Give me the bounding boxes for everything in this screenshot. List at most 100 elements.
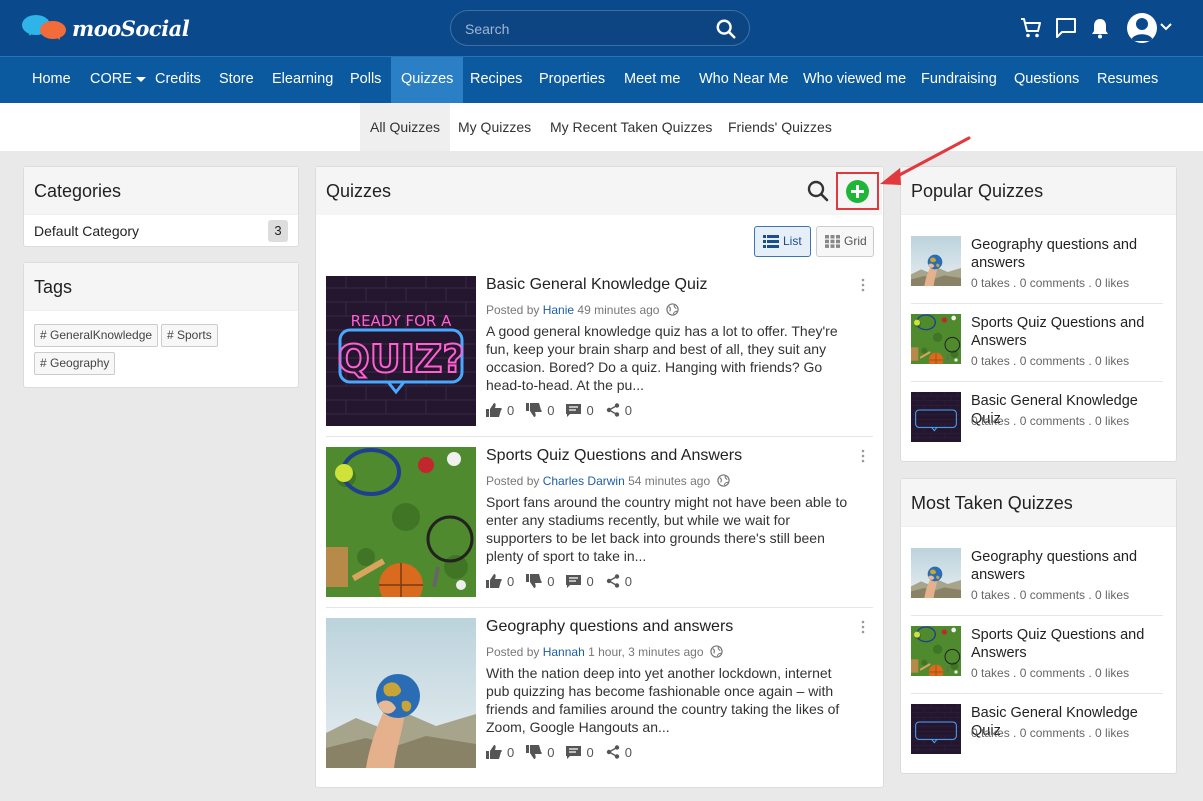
share-button[interactable]: 0: [606, 745, 632, 760]
nav-item-quizzes[interactable]: Quizzes: [391, 57, 464, 103]
dislike-button[interactable]: 0: [526, 745, 554, 760]
thumbs-up-icon: [486, 403, 502, 417]
nav-item-store[interactable]: Store: [209, 57, 264, 103]
side-quiz-title[interactable]: Geography questions and answers: [971, 236, 1166, 272]
side-quiz-title[interactable]: Geography questions and answers: [971, 548, 1166, 584]
nav-item-home[interactable]: Home: [22, 57, 81, 103]
search-icon[interactable]: [715, 18, 737, 40]
comment-button[interactable]: 0: [566, 574, 594, 589]
author-link[interactable]: Hannah: [543, 645, 585, 659]
side-quiz-title[interactable]: Sports Quiz Questions and Answers: [971, 626, 1166, 662]
quiz-description: Sport fans around the country might not …: [486, 494, 848, 564]
quiz-item: Sports Quiz Questions and Answers Posted…: [326, 447, 873, 599]
like-button[interactable]: 0: [486, 574, 514, 589]
nav-item-who-near-me[interactable]: Who Near Me: [689, 57, 798, 103]
popular-quiz-item[interactable]: Geography questions and answers 0 takes …: [911, 236, 1163, 302]
more-options-icon[interactable]: [859, 449, 867, 463]
search-icon[interactable]: [806, 179, 830, 203]
nav-item-elearning[interactable]: Elearning: [262, 57, 343, 103]
nav-item-meet-me[interactable]: Meet me: [614, 57, 690, 103]
nav-item-questions[interactable]: Questions: [1004, 57, 1089, 103]
like-count: 0: [507, 402, 515, 418]
nav-item-properties[interactable]: Properties: [529, 57, 615, 103]
side-quiz-stats: 0 takes . 0 comments . 0 likes: [971, 354, 1130, 368]
side-quiz-title[interactable]: Sports Quiz Questions and Answers: [971, 314, 1166, 350]
grid-view-button[interactable]: Grid: [816, 226, 874, 257]
like-button[interactable]: 0: [486, 403, 514, 418]
list-view-button[interactable]: List: [754, 226, 811, 257]
share-count: 0: [624, 573, 632, 589]
notification-bell-icon[interactable]: [1088, 16, 1112, 40]
nav-item-credits[interactable]: Credits: [145, 57, 211, 103]
nav-item-core-label: CORE: [90, 71, 132, 87]
cart-icon[interactable]: [1019, 16, 1043, 40]
most-taken-quizzes-title: Most Taken Quizzes: [901, 479, 1176, 527]
dislike-button[interactable]: 0: [526, 574, 554, 589]
quiz-thumbnail[interactable]: [326, 447, 476, 597]
quiz-title[interactable]: Geography questions and answers: [486, 618, 733, 636]
quiz-thumbnail: [911, 314, 961, 364]
quiz-thumbnail: [911, 704, 961, 754]
share-button[interactable]: 0: [606, 403, 632, 418]
quiz-item: READY FOR A QUIZ? Basic General Knowledg…: [326, 276, 873, 428]
messages-icon[interactable]: [1054, 16, 1078, 40]
popular-quiz-item[interactable]: Sports Quiz Questions and Answers 0 take…: [911, 314, 1163, 380]
share-button[interactable]: 0: [606, 574, 632, 589]
nav-item-fundraising[interactable]: Fundraising: [911, 57, 1007, 103]
most-taken-quiz-item[interactable]: Basic General Knowledge Quiz 0 takes . 0…: [911, 704, 1163, 770]
share-count: 0: [624, 744, 632, 760]
nav-item-resumes[interactable]: Resumes: [1087, 57, 1168, 103]
thumb-caption-2: QUIZ?: [338, 337, 465, 381]
comment-button[interactable]: 0: [566, 403, 594, 418]
author-link[interactable]: Charles Darwin: [543, 474, 625, 488]
tag-general-knowledge[interactable]: # GeneralKnowledge: [34, 324, 159, 347]
quiz-description: With the nation deep into yet another lo…: [486, 665, 840, 735]
dislike-button[interactable]: 0: [526, 403, 554, 418]
comment-icon: [566, 745, 582, 759]
like-button[interactable]: 0: [486, 745, 514, 760]
quiz-thumbnail[interactable]: READY FOR A QUIZ?: [326, 276, 476, 426]
comment-count: 0: [586, 744, 594, 760]
comment-button[interactable]: 0: [566, 744, 594, 760]
tab-all-quizzes[interactable]: All Quizzes: [360, 103, 451, 151]
side-quiz-stats: 0 takes . 0 comments . 0 likes: [971, 666, 1130, 680]
quizzes-header: Quizzes: [316, 167, 882, 215]
thumbs-down-icon: [526, 574, 542, 588]
add-quiz-button[interactable]: [846, 180, 869, 203]
nav-item-who-viewed-me[interactable]: Who viewed me: [793, 57, 916, 103]
chevron-down-icon[interactable]: [1160, 22, 1172, 32]
quiz-thumbnail: [911, 236, 961, 286]
most-taken-quiz-item[interactable]: Sports Quiz Questions and Answers 0 take…: [911, 626, 1163, 692]
tag-sports[interactable]: # Sports: [161, 324, 218, 347]
most-taken-quiz-item[interactable]: Geography questions and answers 0 takes …: [911, 548, 1163, 614]
user-avatar[interactable]: [1127, 13, 1157, 43]
tab-friends-quizzes[interactable]: Friends' Quizzes: [718, 103, 842, 151]
tab-my-recent-taken-quizzes[interactable]: My Recent Taken Quizzes: [540, 103, 722, 151]
nav-item-polls[interactable]: Polls: [340, 57, 391, 103]
globe-icon: [716, 474, 730, 487]
category-item[interactable]: Default Category 3: [34, 219, 288, 243]
quiz-actions: 0 0 0 0: [486, 744, 644, 760]
list-view-label: List: [783, 234, 802, 248]
post-time: 1 hour, 3 minutes ago: [588, 645, 704, 659]
share-icon: [606, 574, 619, 588]
quiz-title[interactable]: Sports Quiz Questions and Answers: [486, 447, 742, 465]
tags-box: Tags # GeneralKnowledge # Sports # Geogr…: [23, 262, 299, 388]
nav-item-recipes[interactable]: Recipes: [460, 57, 532, 103]
quiz-description: A good general knowledge quiz has a lot …: [486, 323, 838, 393]
quiz-title[interactable]: Basic General Knowledge Quiz: [486, 276, 707, 294]
more-options-icon[interactable]: [859, 620, 867, 634]
tab-my-quizzes[interactable]: My Quizzes: [448, 103, 541, 151]
top-header: mooSocial: [0, 0, 1203, 56]
author-link[interactable]: Hanie: [543, 303, 574, 317]
like-count: 0: [507, 744, 515, 760]
posted-by-label: Posted by: [486, 645, 540, 659]
category-count-badge: 3: [268, 220, 288, 242]
popular-quiz-item[interactable]: Basic General Knowledge Quiz 0 takes . 0…: [911, 392, 1163, 458]
quiz-thumbnail[interactable]: [326, 618, 476, 768]
search-input[interactable]: [465, 19, 705, 39]
more-options-icon[interactable]: [859, 278, 867, 292]
side-quiz-stats: 0 takes . 0 comments . 0 likes: [971, 276, 1130, 290]
site-logo[interactable]: mooSocial: [22, 13, 190, 43]
tag-geography[interactable]: # Geography: [34, 352, 116, 375]
